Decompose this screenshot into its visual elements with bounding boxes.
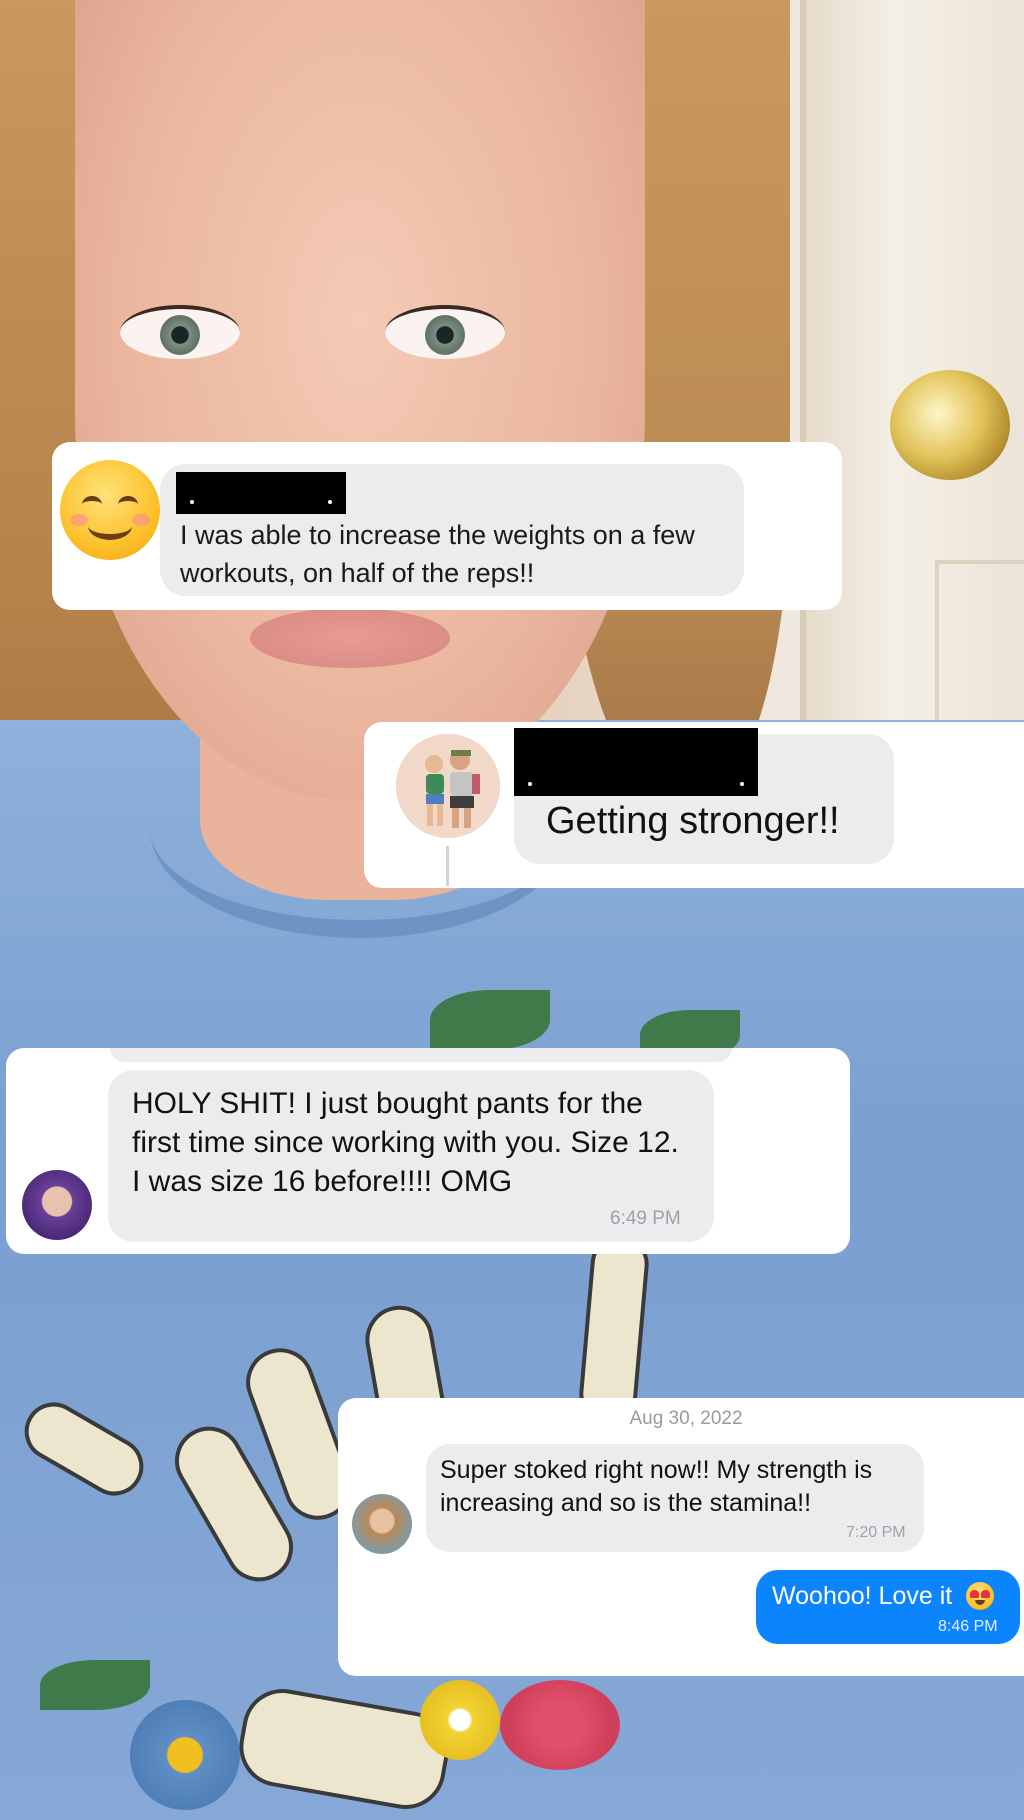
message-text: HOLY SHIT! I just bought pants for the f… [132, 1087, 679, 1198]
door-knob [890, 370, 1010, 480]
left-eye [120, 305, 240, 359]
message-card: I was able to increase the weights on a … [52, 442, 842, 610]
message-timestamp: 6:49 PM [610, 1208, 681, 1229]
message-card: Getting stronger!! [364, 722, 1024, 888]
message-timestamp: 7:20 PM [846, 1524, 906, 1541]
previous-bubble-edge [110, 1048, 732, 1062]
sent-message-bubble[interactable]: Woohoo! Love it 8:46 PM [756, 1570, 1020, 1644]
shirt-flower [130, 1700, 240, 1810]
redacted-sender-name [176, 472, 346, 514]
avatar[interactable] [22, 1170, 92, 1240]
avatar[interactable] [396, 734, 500, 838]
message-text: I was able to increase the weights on a … [180, 520, 695, 588]
message-text: Getting stronger!! [546, 800, 840, 842]
redacted-sender-name [514, 728, 758, 796]
sent-message-text: Woohoo! Love it [772, 1582, 953, 1610]
face [75, 0, 645, 800]
lips [250, 608, 450, 668]
message-card: Aug 30, 2022 Super stoked right now!! My… [338, 1398, 1024, 1676]
shirt-flower [500, 1680, 620, 1770]
avatar[interactable] [352, 1494, 412, 1554]
date-divider: Aug 30, 2022 [629, 1408, 743, 1429]
cartoon-couple-icon [396, 734, 500, 838]
sent-message-timestamp: 8:46 PM [938, 1618, 998, 1635]
shirt-leaf [40, 1660, 150, 1710]
right-eye [385, 305, 505, 359]
shirt-flower [420, 1680, 500, 1760]
heart-eyes-icon [966, 1582, 994, 1610]
smiling-face-icon [60, 460, 160, 560]
thread-line [446, 846, 449, 886]
message-card: HOLY SHIT! I just bought pants for the f… [6, 1048, 850, 1254]
message-text: Super stoked right now!! My strength is … [440, 1456, 873, 1517]
shirt-leaf [430, 990, 550, 1050]
